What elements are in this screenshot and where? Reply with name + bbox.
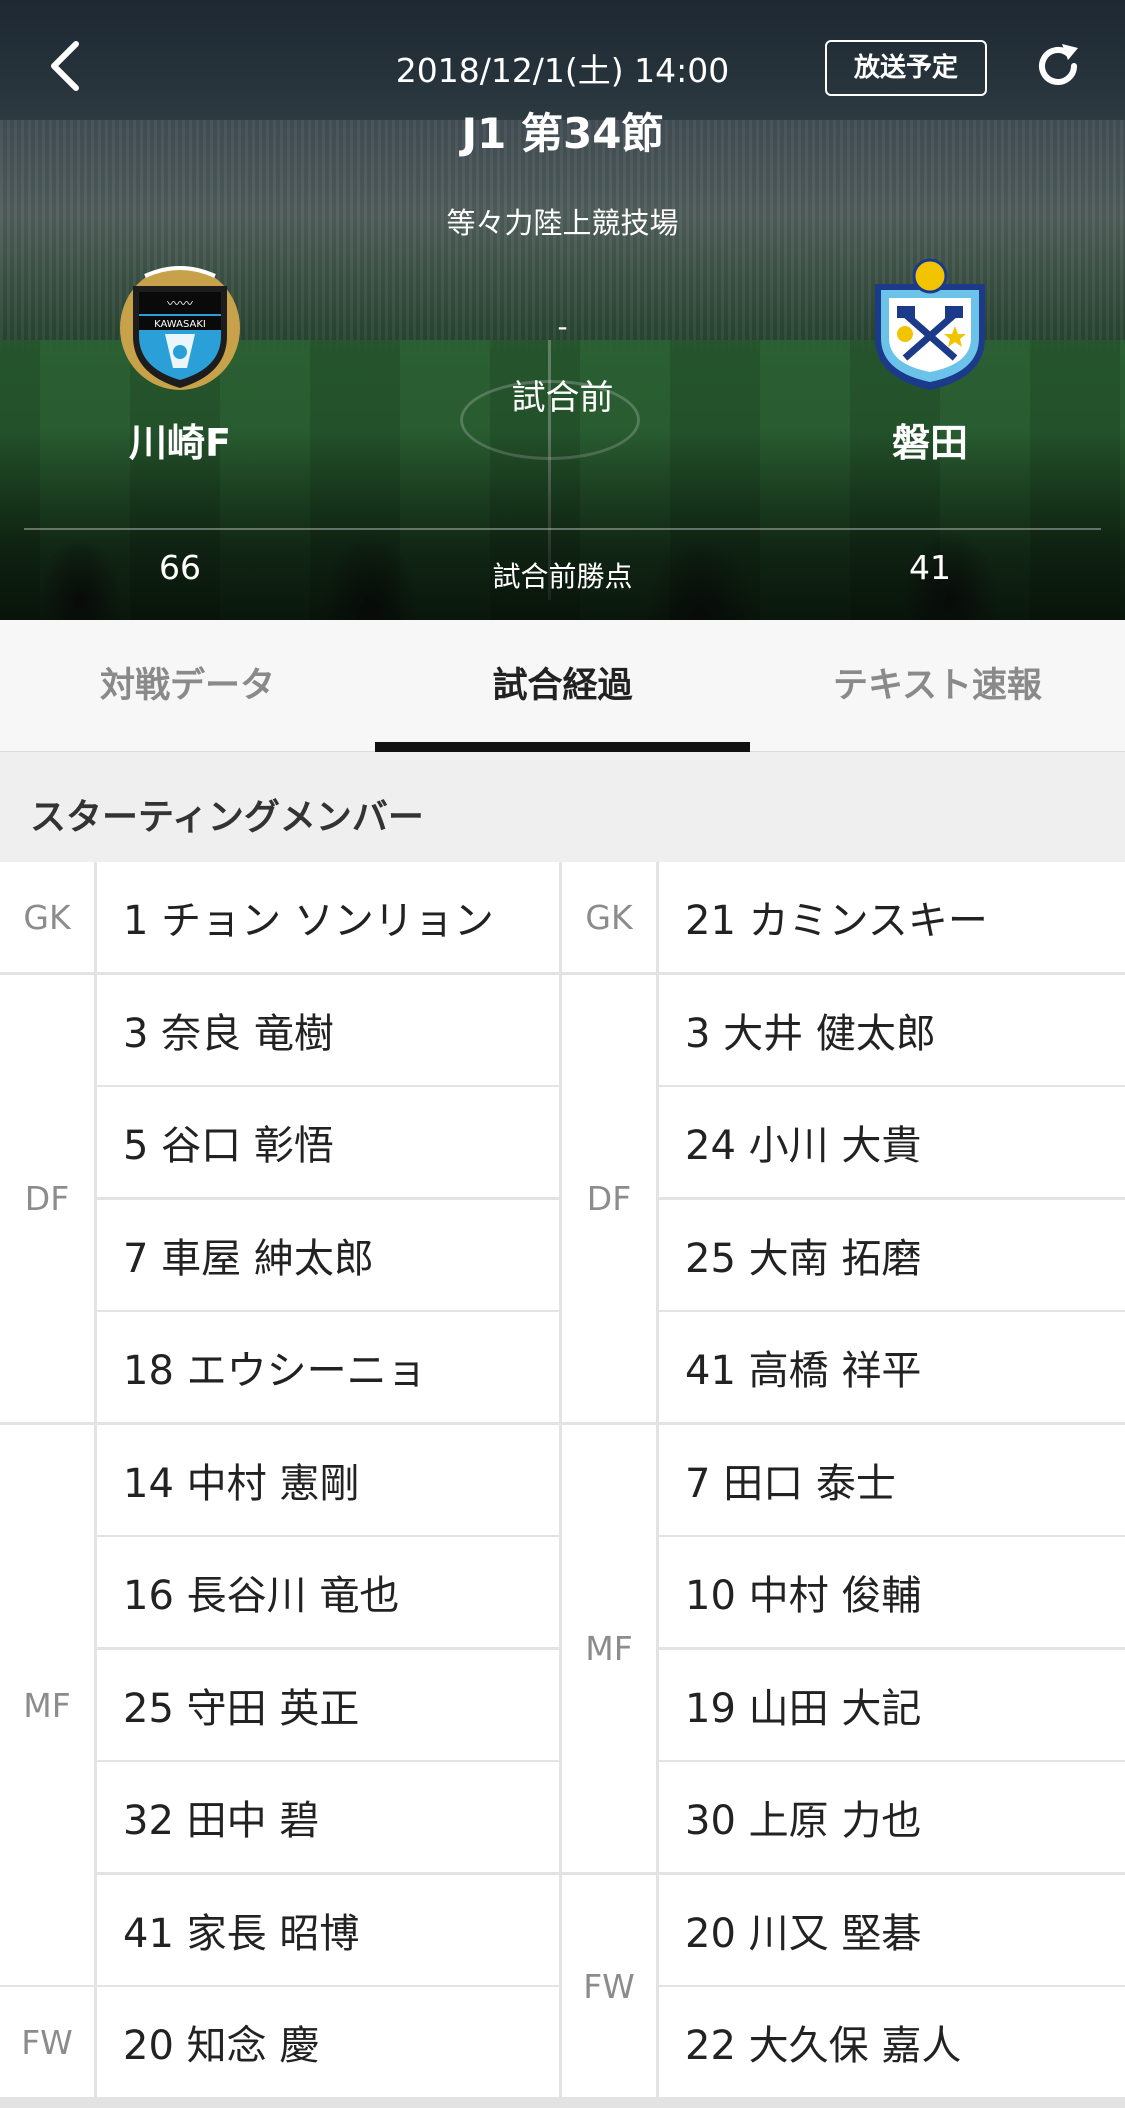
home-player-row[interactable]: 32 田中 碧: [97, 1762, 559, 1872]
away-team-name[interactable]: 磐田: [780, 412, 1080, 467]
away-position-label: MF: [562, 1425, 656, 1872]
away-player-row[interactable]: 25 大南 拓磨: [659, 1200, 1125, 1310]
home-position-label: FW: [0, 1987, 94, 2097]
home-position-label: MF: [0, 1425, 94, 1985]
match-round: J1 第34節: [461, 109, 664, 158]
away-player-row[interactable]: 20 川又 堅碁: [659, 1875, 1125, 1985]
away-position-label: FW: [562, 1875, 656, 2097]
tab-bar: 対戦データ 試合経過 テキスト速報: [0, 620, 1125, 752]
home-position-label: DF: [0, 975, 94, 1422]
away-player-row[interactable]: 7 田口 泰士: [659, 1425, 1125, 1535]
away-player-row[interactable]: 22 大久保 嘉人: [659, 1987, 1125, 2097]
tab-match-progress[interactable]: 試合経過: [375, 620, 750, 752]
broadcast-schedule-button[interactable]: 放送予定: [825, 40, 987, 96]
tab-live-text[interactable]: テキスト速報: [750, 620, 1125, 752]
section-title: スターティングメンバー: [30, 797, 424, 838]
home-player-row[interactable]: 7 車屋 紳太郎: [97, 1200, 559, 1310]
home-player-row[interactable]: 16 長谷川 竜也: [97, 1537, 559, 1647]
away-player-row[interactable]: 3 大井 健太郎: [659, 975, 1125, 1085]
home-player-row[interactable]: 1 チョン ソンリョン: [97, 862, 559, 972]
home-player-row[interactable]: 14 中村 憲剛: [97, 1425, 559, 1535]
score: -: [557, 310, 568, 343]
away-player-row[interactable]: 24 小川 大貴: [659, 1087, 1125, 1197]
home-position-label: GK: [0, 862, 94, 972]
home-player-row[interactable]: 3 奈良 竜樹: [97, 975, 559, 1085]
venue-name: 等々力陸上競技場: [446, 206, 679, 240]
home-player-row[interactable]: 20 知念 慶: [97, 1987, 559, 2097]
reload-icon: [1039, 44, 1078, 85]
starting-lineup: GK 1 チョン ソンリョン DF 3 奈良 竜樹 5 谷口 彰悟 7 車屋 紳太郎 18 …: [0, 862, 1125, 2108]
home-player-row[interactable]: 25 守田 英正: [97, 1650, 559, 1760]
home-team-name[interactable]: 川崎F: [30, 412, 330, 467]
away-points: 41: [909, 548, 951, 587]
away-player-row[interactable]: 10 中村 俊輔: [659, 1537, 1125, 1647]
reload-button[interactable]: [1030, 38, 1086, 94]
active-tab-indicator: [375, 742, 750, 752]
away-player-row[interactable]: 41 高橋 祥平: [659, 1312, 1125, 1422]
divider: [24, 528, 1101, 530]
away-position-label: DF: [562, 975, 656, 1422]
match-status: 試合前: [511, 378, 614, 418]
away-player-row[interactable]: 30 上原 力也: [659, 1762, 1125, 1872]
home-player-row[interactable]: 41 家長 昭博: [97, 1875, 559, 1985]
away-player-row[interactable]: 21 カミンスキー: [659, 862, 1125, 972]
away-position-label: GK: [562, 862, 656, 972]
home-player-row[interactable]: 18 エウシーニョ: [97, 1312, 559, 1422]
away-player-row[interactable]: 19 山田 大記: [659, 1650, 1125, 1760]
home-player-row[interactable]: 5 谷口 彰悟: [97, 1087, 559, 1197]
match-header: 2018/12/1(土) 14:00 J1 第34節 放送予定 等々力陸上競技場…: [0, 0, 1125, 620]
tab-head-to-head[interactable]: 対戦データ: [0, 620, 375, 752]
